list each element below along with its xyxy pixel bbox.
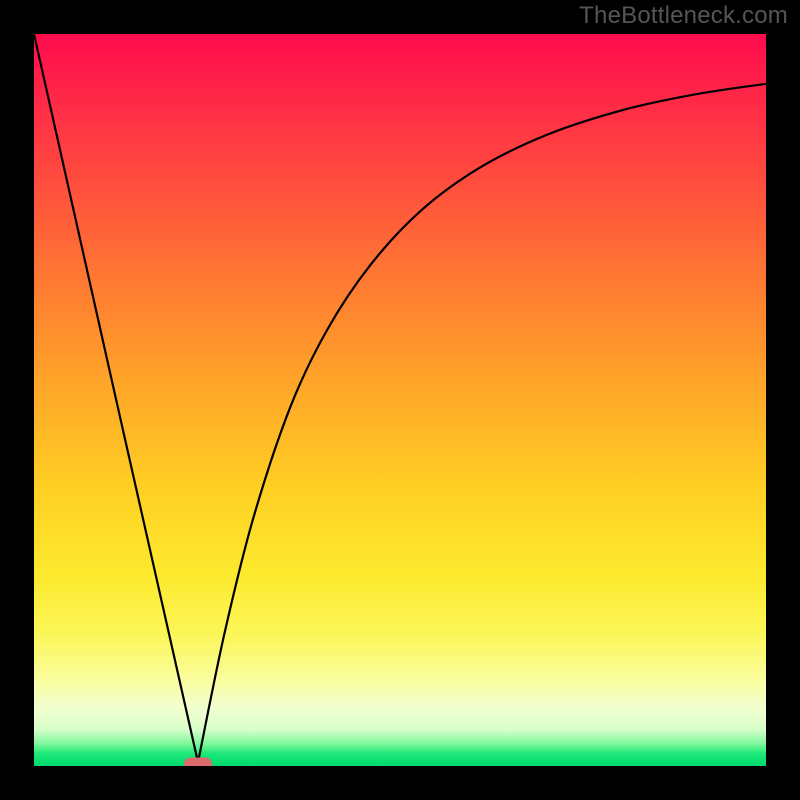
- plot-area: [34, 34, 766, 766]
- bottleneck-curve: [34, 34, 766, 766]
- chart-stage: TheBottleneck.com: [0, 0, 800, 800]
- curve-right-branch: [198, 84, 766, 763]
- bottleneck-marker: [184, 757, 212, 766]
- watermark-text: TheBottleneck.com: [579, 2, 788, 30]
- curve-left-branch: [34, 34, 198, 762]
